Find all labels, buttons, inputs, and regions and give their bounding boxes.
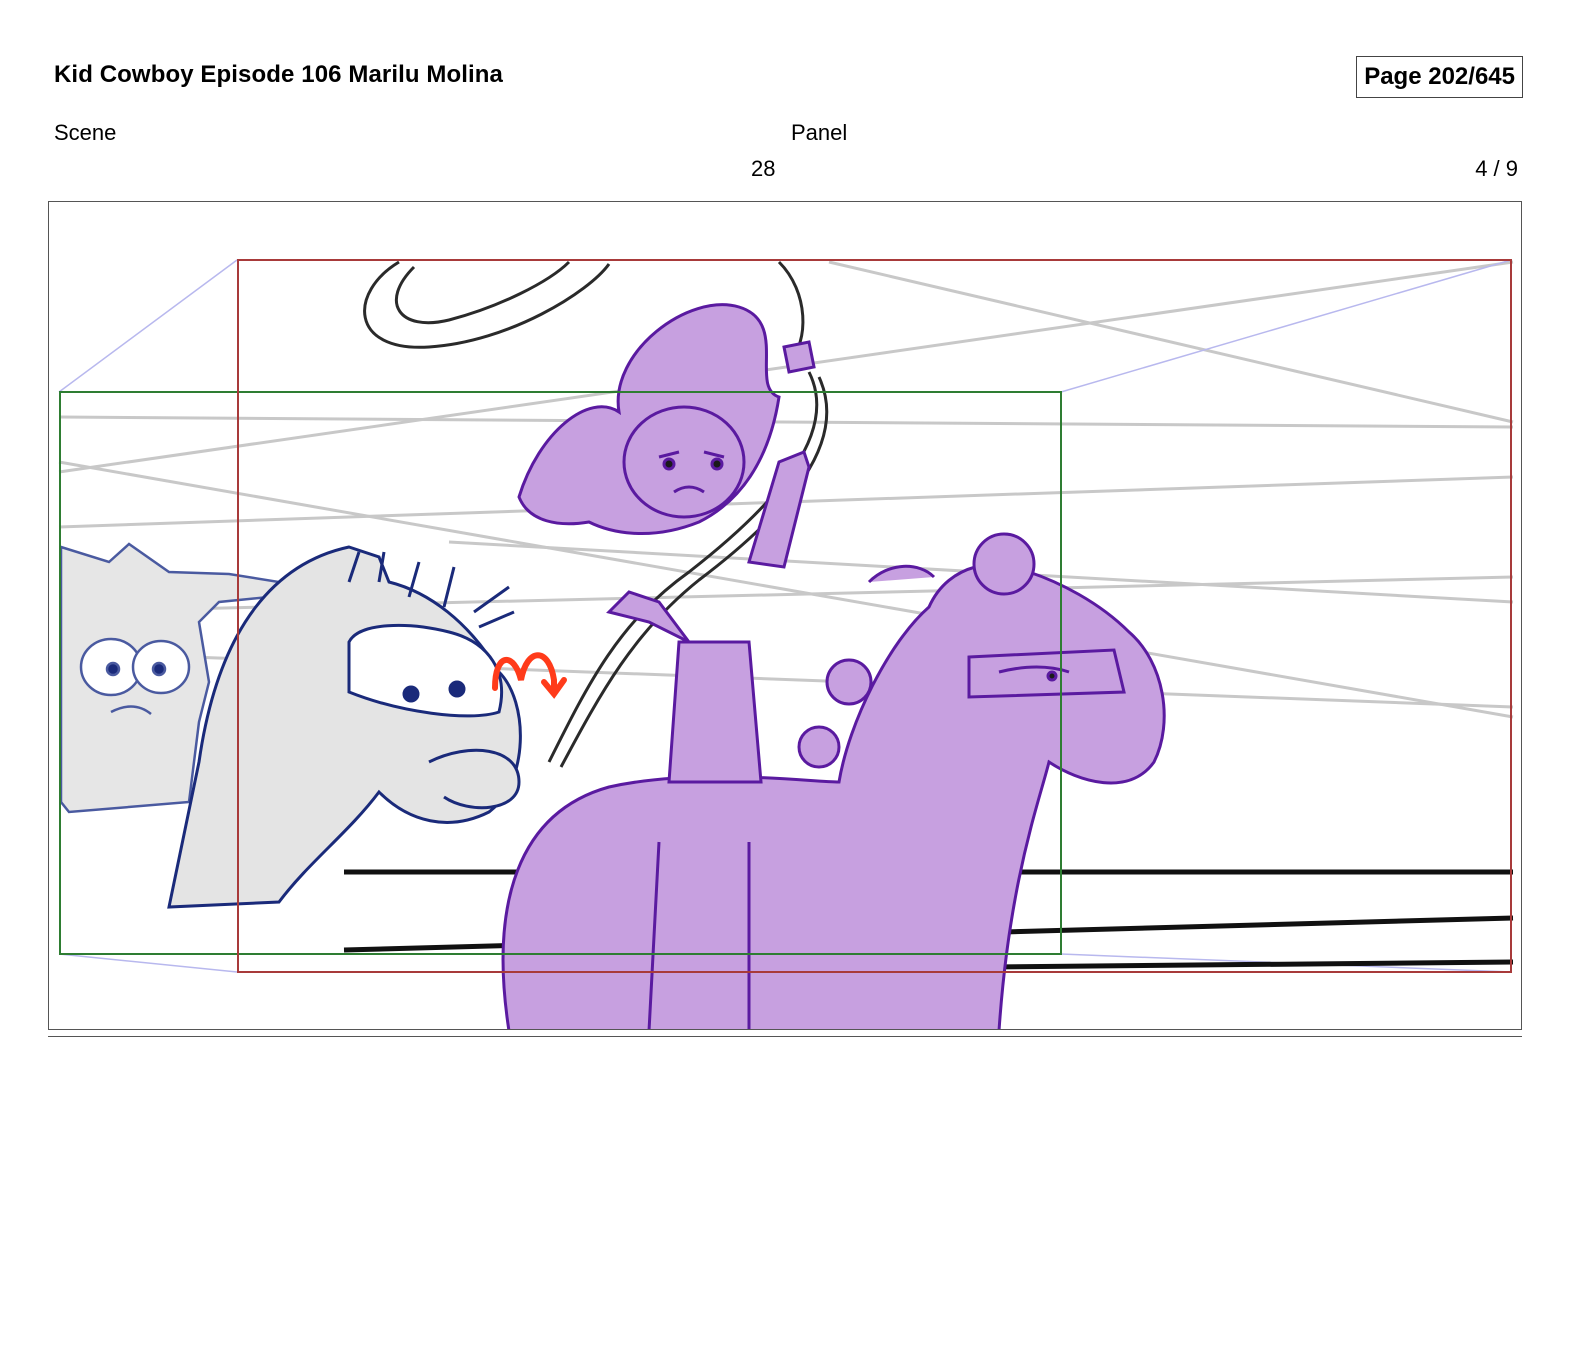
purple-horse [501, 532, 1166, 1029]
page-number-box: Page 202/645 [1356, 56, 1523, 98]
bottom-divider [48, 1036, 1522, 1037]
girl-rider [517, 303, 816, 784]
storyboard-panel-frame [48, 201, 1522, 1030]
document-title: Kid Cowboy Episode 106 Marilu Molina [54, 61, 503, 88]
storyboard-drawing [58, 259, 1514, 1029]
panel-label: Panel [791, 120, 848, 145]
scene-label: Scene [54, 120, 117, 145]
panel-number: 4 / 9 [1475, 156, 1518, 181]
scene-number: 28 [751, 156, 776, 181]
